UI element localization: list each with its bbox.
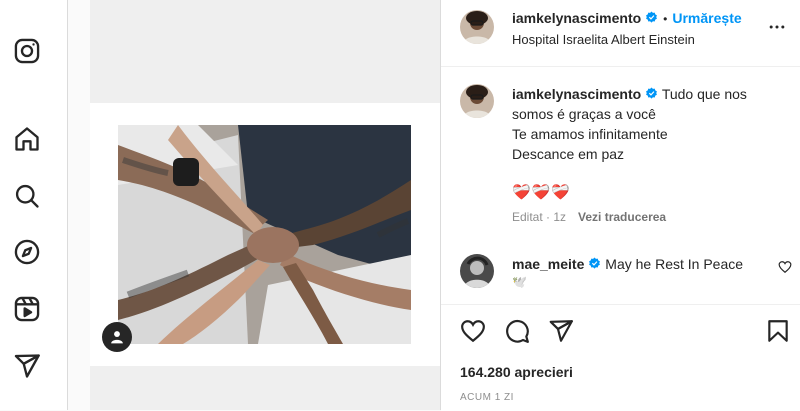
caption-line: Descance em paz (512, 146, 625, 162)
instagram-logo-icon[interactable] (13, 37, 41, 65)
user-tag-icon (111, 331, 123, 344)
verified-badge-icon (588, 257, 601, 270)
comment-body: May he Rest In Peace (605, 256, 744, 272)
caption-line: Tudo que nos (661, 86, 747, 102)
see-translation-link[interactable]: Vezi traducerea (578, 210, 666, 224)
like-heart-icon[interactable] (460, 318, 486, 344)
post-location[interactable]: Hospital Israelita Albert Einstein (512, 32, 695, 47)
author-username[interactable]: iamkelynascimento (512, 10, 641, 26)
tagged-users-button[interactable] (102, 322, 132, 352)
caption-username[interactable]: iamkelynascimento (512, 86, 641, 102)
author-avatar[interactable] (460, 10, 494, 44)
left-sidebar (0, 0, 68, 410)
search-icon[interactable] (13, 182, 41, 210)
post-header: iamkelynascimento • Urmărește Hospital Isr… (441, 0, 800, 67)
home-icon[interactable] (13, 125, 41, 153)
post-timestamp[interactable]: ACUM 1 ZI (460, 392, 514, 403)
caption-text: iamkelynascimento Tudo que nos somos é g… (512, 84, 782, 164)
caption-line: Te amamos infinitamente (512, 126, 668, 142)
reels-icon[interactable] (13, 295, 41, 323)
commenter-avatar[interactable] (460, 254, 494, 288)
edited-timestamp: Editat · 1z (512, 210, 567, 224)
caption-emoji: ❤️‍🩹❤️‍🩹❤️‍🩹 (512, 184, 572, 201)
post-photo[interactable] (118, 125, 411, 344)
more-options-icon[interactable] (767, 17, 787, 37)
likes-count[interactable]: 164.280 aprecieri (460, 364, 573, 380)
comment-text: mae_meite May he Rest In Peace (512, 254, 762, 274)
post-image-frame (90, 103, 440, 366)
like-comment-heart-icon[interactable] (778, 260, 792, 274)
comment-bubble-icon[interactable] (504, 318, 530, 344)
post-actions: 164.280 aprecieri ACUM 1 ZI (441, 304, 800, 411)
next-comment-faded (512, 293, 752, 301)
post-details-panel: iamkelynascimento • Urmărește Hospital Isr… (440, 0, 800, 411)
verified-badge-icon (645, 11, 658, 24)
explore-compass-icon[interactable] (13, 238, 41, 266)
separator-dot: • (663, 12, 668, 26)
comment-emoji: 🕊️ (512, 275, 527, 289)
caption-meta: Editat · 1z Vezi traducerea (512, 210, 666, 224)
caption-avatar[interactable] (460, 84, 494, 118)
post-media-area (90, 0, 440, 410)
commenter-username[interactable]: mae_meite (512, 256, 584, 272)
author-line: iamkelynascimento • Urmărește (512, 10, 742, 28)
hands-together-photo (118, 125, 411, 344)
follow-button[interactable]: Urmărește (672, 10, 741, 26)
verified-badge-icon (645, 87, 658, 100)
caption-line: somos é graças a você (512, 106, 656, 122)
save-bookmark-icon[interactable] (765, 318, 791, 344)
messages-send-icon[interactable] (13, 352, 41, 380)
share-send-icon[interactable] (548, 318, 574, 344)
